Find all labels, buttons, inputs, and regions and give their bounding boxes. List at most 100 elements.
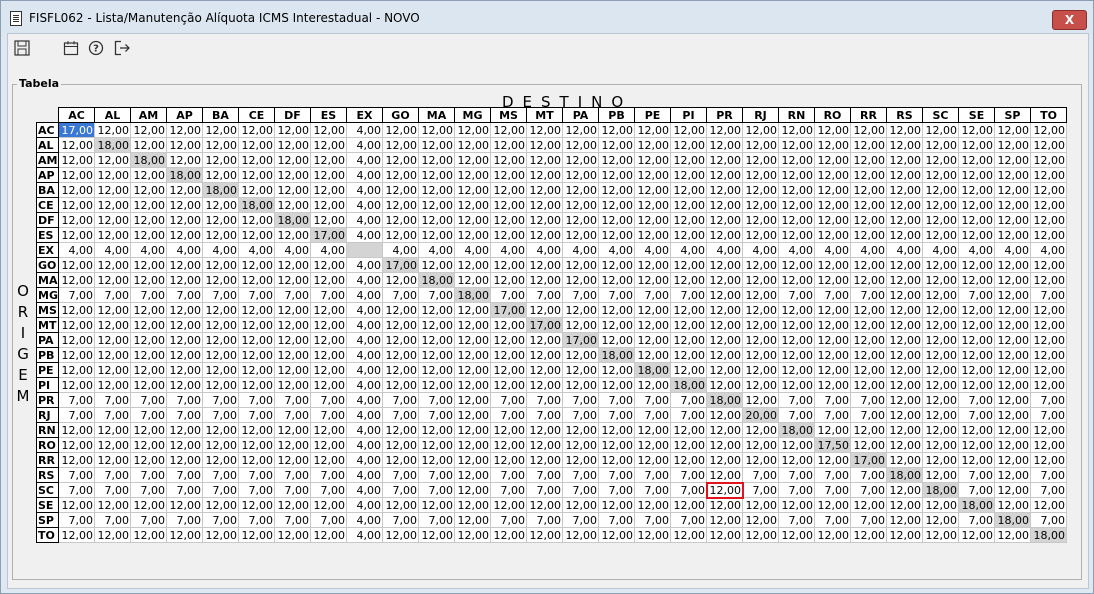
- rate-cell[interactable]: 7,00: [598, 392, 635, 408]
- rate-cell[interactable]: 12,00: [706, 257, 743, 273]
- rate-cell[interactable]: 7,00: [490, 482, 527, 498]
- rate-cell[interactable]: 7,00: [778, 467, 815, 483]
- exit-icon[interactable]: [113, 40, 131, 58]
- rate-cell[interactable]: 12,00: [202, 497, 239, 513]
- rate-cell[interactable]: 12,00: [994, 347, 1031, 363]
- rate-cell[interactable]: 12,00: [886, 512, 923, 528]
- rate-cell[interactable]: 7,00: [382, 512, 419, 528]
- rate-cell[interactable]: 7,00: [58, 512, 95, 528]
- rate-cell[interactable]: 18,00: [886, 467, 923, 483]
- rate-cell[interactable]: 4,00: [598, 242, 635, 258]
- rate-cell[interactable]: 12,00: [202, 122, 239, 138]
- rate-cell[interactable]: 12,00: [130, 167, 167, 183]
- rate-cell[interactable]: 12,00: [886, 167, 923, 183]
- rate-cell[interactable]: 12,00: [634, 197, 671, 213]
- rate-cell[interactable]: 12,00: [850, 437, 887, 453]
- rate-cell[interactable]: 18,00: [634, 362, 671, 378]
- rate-cell[interactable]: 12,00: [778, 377, 815, 393]
- rate-cell[interactable]: 12,00: [454, 197, 491, 213]
- rate-cell[interactable]: 7,00: [958, 512, 995, 528]
- rate-cell[interactable]: 12,00: [490, 257, 527, 273]
- rate-cell[interactable]: 7,00: [166, 467, 203, 483]
- rate-cell[interactable]: 12,00: [958, 272, 995, 288]
- rate-cell[interactable]: 12,00: [778, 257, 815, 273]
- rate-cell[interactable]: 7,00: [418, 512, 455, 528]
- rate-cell[interactable]: 12,00: [274, 182, 311, 198]
- rate-cell[interactable]: 12,00: [202, 272, 239, 288]
- rate-cell[interactable]: 12,00: [202, 437, 239, 453]
- rate-cell[interactable]: 12,00: [238, 497, 275, 513]
- rate-cell[interactable]: 12,00: [238, 167, 275, 183]
- rate-cell[interactable]: 4,00: [526, 242, 563, 258]
- rate-cell[interactable]: 4,00: [742, 242, 779, 258]
- rate-cell[interactable]: 7,00: [634, 467, 671, 483]
- rate-cell[interactable]: 12,00: [958, 302, 995, 318]
- rate-cell[interactable]: 12,00: [1030, 197, 1067, 213]
- rate-cell[interactable]: 4,00: [346, 317, 383, 333]
- rate-cell[interactable]: 12,00: [238, 452, 275, 468]
- rate-cell[interactable]: 4,00: [346, 227, 383, 243]
- rate-cell[interactable]: 12,00: [490, 362, 527, 378]
- rate-cell[interactable]: 12,00: [310, 197, 347, 213]
- rate-cell[interactable]: 12,00: [310, 377, 347, 393]
- rate-cell[interactable]: 12,00: [886, 377, 923, 393]
- rate-cell[interactable]: 12,00: [274, 257, 311, 273]
- rate-cell[interactable]: 12,00: [922, 167, 959, 183]
- rate-cell[interactable]: 12,00: [670, 152, 707, 168]
- rate-cell[interactable]: 12,00: [130, 122, 167, 138]
- rate-cell[interactable]: 12,00: [994, 212, 1031, 228]
- rate-cell[interactable]: 7,00: [670, 482, 707, 498]
- rate-cell[interactable]: 7,00: [778, 512, 815, 528]
- rate-cell[interactable]: 12,00: [202, 137, 239, 153]
- rate-cell[interactable]: 7,00: [526, 482, 563, 498]
- rate-cell[interactable]: 12,00: [1030, 452, 1067, 468]
- rate-cell[interactable]: 7,00: [382, 467, 419, 483]
- rate-cell[interactable]: 4,00: [346, 407, 383, 423]
- rate-cell[interactable]: 17,00: [562, 332, 599, 348]
- rate-cell[interactable]: 12,00: [742, 512, 779, 528]
- rate-cell[interactable]: 12,00: [526, 182, 563, 198]
- rate-cell[interactable]: 12,00: [634, 302, 671, 318]
- rate-cell[interactable]: 12,00: [778, 227, 815, 243]
- rate-cell[interactable]: 12,00: [58, 347, 95, 363]
- rate-cell[interactable]: 12,00: [598, 452, 635, 468]
- rate-cell[interactable]: 12,00: [958, 167, 995, 183]
- rate-cell[interactable]: 7,00: [670, 512, 707, 528]
- rate-cell[interactable]: 12,00: [778, 152, 815, 168]
- rate-cell[interactable]: 12,00: [742, 377, 779, 393]
- rate-cell[interactable]: 12,00: [634, 347, 671, 363]
- rate-cell[interactable]: 12,00: [850, 362, 887, 378]
- rate-cell[interactable]: 12,00: [274, 167, 311, 183]
- rate-cell[interactable]: 12,00: [166, 527, 203, 543]
- rate-cell[interactable]: 12,00: [454, 482, 491, 498]
- rate-cell[interactable]: 12,00: [670, 437, 707, 453]
- rate-cell[interactable]: 12,00: [310, 167, 347, 183]
- rate-cell[interactable]: 12,00: [922, 527, 959, 543]
- rate-cell[interactable]: 12,00: [238, 152, 275, 168]
- rate-cell[interactable]: 4,00: [346, 377, 383, 393]
- rate-cell[interactable]: 12,00: [382, 152, 419, 168]
- rate-cell[interactable]: 12,00: [526, 302, 563, 318]
- rate-cell[interactable]: 12,00: [310, 212, 347, 228]
- rate-cell[interactable]: 12,00: [742, 257, 779, 273]
- rate-cell[interactable]: 12,00: [310, 317, 347, 333]
- rate-cell[interactable]: 17,00: [490, 302, 527, 318]
- rate-cell[interactable]: 12,00: [706, 302, 743, 318]
- rate-cell[interactable]: 4,00: [346, 362, 383, 378]
- rate-cell[interactable]: 12,00: [1030, 212, 1067, 228]
- rate-cell[interactable]: 12,00: [850, 227, 887, 243]
- rate-cell[interactable]: 4,00: [346, 302, 383, 318]
- rate-cell[interactable]: 12,00: [634, 122, 671, 138]
- rate-cell[interactable]: 12,00: [94, 227, 131, 243]
- rate-cell[interactable]: 12,00: [742, 122, 779, 138]
- rate-cell[interactable]: 12,00: [274, 197, 311, 213]
- rate-cell[interactable]: 7,00: [814, 482, 851, 498]
- rate-cell[interactable]: 12,00: [274, 347, 311, 363]
- close-button[interactable]: X: [1052, 10, 1087, 30]
- rate-cell[interactable]: 12,00: [922, 227, 959, 243]
- rate-cell[interactable]: 4,00: [346, 212, 383, 228]
- rate-cell[interactable]: 12,00: [1030, 377, 1067, 393]
- rate-cell[interactable]: 12,00: [238, 227, 275, 243]
- rate-cell[interactable]: 12,00: [418, 527, 455, 543]
- rate-cell[interactable]: 12,00: [706, 167, 743, 183]
